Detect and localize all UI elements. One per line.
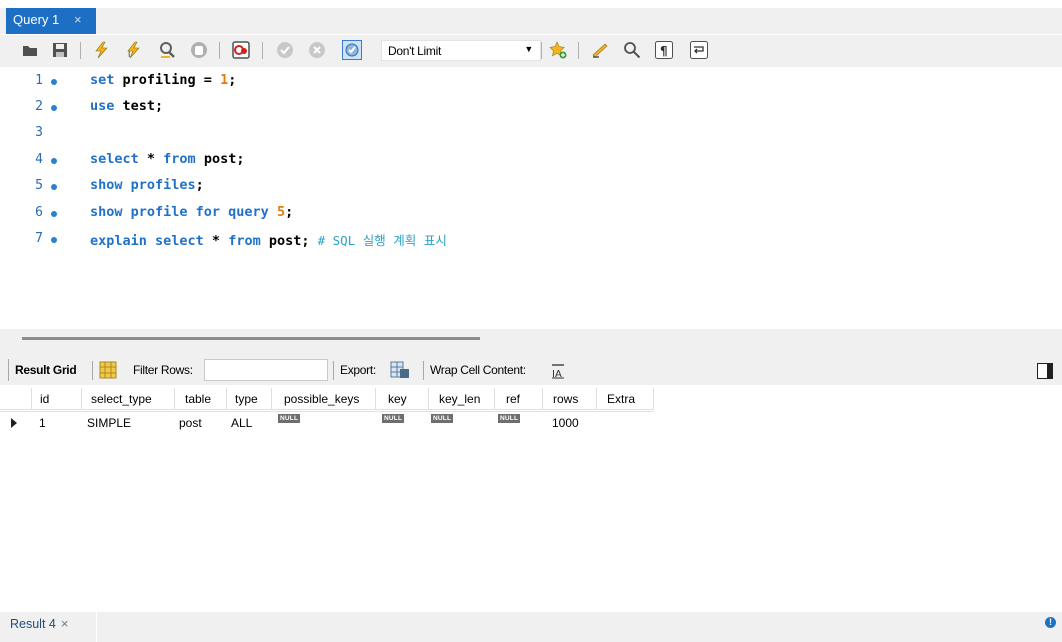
wrap-icon[interactable] [690, 41, 708, 59]
filter-rows-input[interactable] [204, 359, 328, 381]
column-header[interactable]: id [32, 388, 82, 410]
invisible-chars-icon[interactable]: ¶ [655, 41, 673, 59]
column-header[interactable]: ref [495, 388, 543, 410]
wrap-cell-content-label: Wrap Cell Content: [430, 363, 526, 377]
current-row-arrow-icon [11, 418, 17, 428]
column-header[interactable]: possible_keys [272, 388, 376, 410]
favorite-add-icon[interactable] [549, 41, 567, 59]
panel-splitter[interactable] [0, 329, 1062, 357]
cell-select-type[interactable]: SIMPLE [87, 412, 131, 434]
wrap-cell-icon[interactable]: IA [550, 363, 566, 379]
result-grid[interactable] [0, 387, 1062, 612]
cell-type[interactable]: ALL [231, 412, 252, 434]
column-header[interactable]: key_len [429, 388, 495, 410]
row-header-corner [0, 388, 32, 410]
code-line-6[interactable]: show profile for query 5; [90, 204, 293, 220]
statement-marker-icon [51, 158, 57, 164]
statement-marker-icon [51, 79, 57, 85]
toolbar-separator [541, 42, 542, 59]
result-tab-label: Result 4 [10, 617, 56, 631]
cell-rows[interactable]: 1000 [552, 412, 579, 434]
toolbar-separator [8, 359, 9, 381]
close-result-tab-icon[interactable]: × [61, 616, 69, 631]
tab-divider [96, 612, 97, 642]
column-header[interactable]: key [376, 388, 429, 410]
line-number: 2 [35, 99, 43, 114]
filter-rows-label: Filter Rows: [133, 363, 193, 377]
cell-ref-null[interactable]: NULL [498, 414, 521, 423]
tab-label: Query 1 [13, 12, 60, 27]
code-line-7[interactable]: explain select * from post; # SQL 실행 계획 … [90, 230, 447, 249]
code-line-4[interactable]: select * from post; [90, 151, 244, 167]
tab-query-1[interactable]: Query 1 × [6, 8, 96, 34]
line-number: 1 [35, 73, 43, 88]
beautify-icon[interactable] [591, 41, 609, 59]
statement-marker-icon [51, 237, 57, 243]
line-number: 4 [35, 152, 43, 167]
toolbar-separator [92, 361, 93, 380]
result-tabs-bar [0, 612, 1062, 642]
code-line-1[interactable]: set profiling = 1; [90, 72, 236, 88]
line-number: 7 [35, 231, 43, 246]
statement-marker-icon [51, 184, 57, 190]
code-line-2[interactable]: use test; [90, 98, 163, 114]
code-line-5[interactable]: show profiles; [90, 177, 204, 193]
cell-table[interactable]: post [179, 412, 202, 434]
export-label: Export: [340, 363, 376, 377]
column-header[interactable]: type [227, 388, 272, 410]
find-icon[interactable] [623, 41, 641, 59]
line-number: 6 [35, 205, 43, 220]
statement-marker-icon [51, 211, 57, 217]
toolbar-separator [333, 361, 334, 380]
tab-result-4[interactable]: Result 4 × [10, 616, 68, 631]
column-header[interactable]: Extra [597, 388, 654, 410]
result-grid-button[interactable]: Result Grid [15, 363, 77, 377]
tab-strip [0, 8, 1062, 34]
close-tab-icon[interactable]: × [74, 12, 82, 27]
cell-possible-keys-null[interactable]: NULL [278, 414, 301, 423]
toolbar-separator [423, 361, 424, 380]
line-number: 5 [35, 178, 43, 193]
horizontal-scrollbar[interactable] [22, 337, 480, 340]
statement-marker-icon [51, 105, 57, 111]
column-header[interactable]: table [175, 388, 227, 410]
cell-key-null[interactable]: NULL [382, 414, 405, 423]
svg-text:¶: ¶ [660, 44, 668, 58]
cell-key-len-null[interactable]: NULL [431, 414, 454, 423]
toolbar-right-group: ¶ [0, 35, 1062, 67]
cell-id[interactable]: 1 [39, 412, 46, 434]
toolbar-separator [578, 42, 579, 59]
info-icon[interactable]: ! [1045, 617, 1056, 628]
column-header[interactable]: rows [543, 388, 597, 410]
grid-layout-icon[interactable] [99, 361, 117, 379]
line-number: 3 [35, 125, 43, 140]
column-header[interactable]: select_type [82, 388, 175, 410]
export-icon[interactable] [390, 360, 410, 380]
toggle-panel-icon[interactable] [1037, 363, 1053, 379]
sql-editor[interactable]: 1 set profiling = 1; 2 use test; 3 4 sel… [0, 67, 1062, 329]
